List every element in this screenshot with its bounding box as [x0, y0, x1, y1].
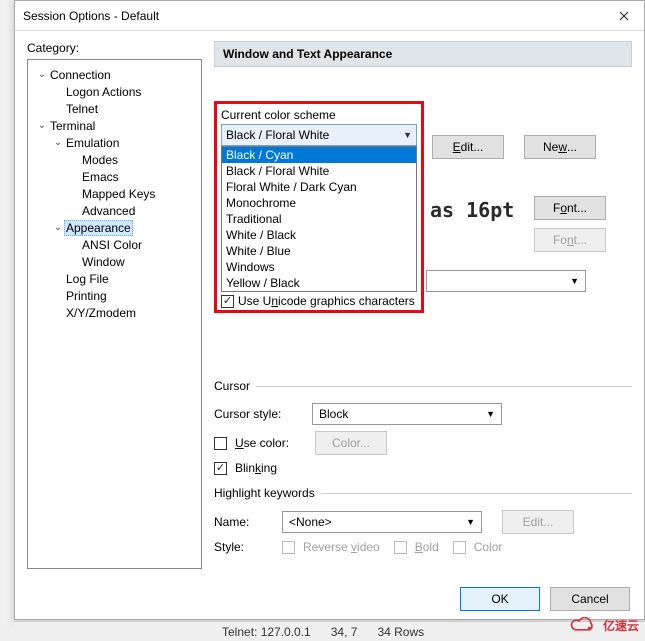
tree-item-label: Appearance [64, 220, 133, 236]
cursor-style-value: Block [319, 407, 348, 421]
tree-item-label: Connection [48, 68, 113, 82]
use-color-checkbox[interactable] [214, 437, 227, 450]
category-label: Category: [27, 41, 202, 55]
highlight-group-label: Highlight keywords [214, 486, 321, 500]
watermark: 亿速云 [567, 615, 639, 635]
tree-item-label: Printing [64, 289, 109, 303]
scheme-option[interactable]: Floral White / Dark Cyan [222, 179, 416, 195]
blinking-checkbox[interactable] [214, 462, 227, 475]
scheme-edit-button[interactable]: Edit... [432, 135, 504, 159]
tree-item-emacs[interactable]: Emacs [32, 168, 197, 185]
cursor-style-label: Cursor style: [214, 407, 304, 421]
scheme-option[interactable]: White / Blue [222, 243, 416, 259]
chevron-down-icon: ▼ [486, 409, 495, 419]
charset-select[interactable]: ▼ [426, 270, 586, 292]
cloud-icon [567, 615, 599, 635]
highlight-name-select[interactable]: <None> ▼ [282, 511, 482, 533]
tree-item-printing[interactable]: Printing [32, 287, 197, 304]
normal-font-button[interactable]: Font... [534, 196, 606, 220]
tree-item-label: Mapped Keys [80, 187, 157, 201]
scheme-option[interactable]: Windows [222, 259, 416, 275]
status-bar: Telnet: 127.0.0.1 34, 7 34 Rows [14, 621, 645, 641]
tree-item-label: Emacs [80, 170, 121, 184]
cursor-group-label: Cursor [214, 379, 256, 393]
tree-item-label: Emulation [64, 136, 121, 150]
chevron-down-icon: ▼ [466, 517, 475, 527]
scheme-new-button[interactable]: New... [524, 135, 596, 159]
scheme-option[interactable]: Monochrome [222, 195, 416, 211]
tree-item-connection[interactable]: ⌄Connection [32, 66, 197, 83]
use-color-label: Use color: [235, 436, 307, 450]
scheme-option[interactable]: White / Black [222, 227, 416, 243]
tree-toggle-icon: ⌄ [36, 120, 48, 131]
tree-item-label: Window [80, 255, 127, 269]
tree-item-label: ANSI Color [80, 238, 144, 252]
close-icon [619, 11, 629, 21]
color-scheme-combo[interactable]: Black / Floral White ▼ [221, 124, 417, 146]
bold-label: Bold [415, 540, 439, 554]
color-scheme-dropdown[interactable]: Black / CyanBlack / Floral WhiteFloral W… [221, 146, 417, 292]
cursor-color-button: Color... [315, 431, 387, 455]
scheme-option[interactable]: Yellow / Black [222, 275, 416, 291]
tree-item-logon-actions[interactable]: Logon Actions [32, 83, 197, 100]
titlebar: Session Options - Default [15, 1, 644, 31]
color-scheme-selected: Black / Floral White [226, 128, 329, 142]
highlight-name-value: <None> [289, 515, 332, 529]
cancel-button[interactable]: Cancel [550, 587, 630, 611]
status-connection: Telnet: 127.0.0.1 [222, 625, 311, 639]
dialog-title: Session Options - Default [23, 9, 159, 23]
color-scheme-highlight: Current color scheme Black / Floral Whit… [214, 101, 424, 313]
ok-button[interactable]: OK [460, 587, 540, 611]
dialog-footer: OK Cancel [460, 587, 630, 611]
tree-item-label: Logon Actions [64, 85, 143, 99]
tree-item-terminal[interactable]: ⌄Terminal [32, 117, 197, 134]
highlight-name-label: Name: [214, 515, 274, 529]
highlight-edit-button: Edit... [502, 510, 574, 534]
scheme-option[interactable]: Black / Cyan [222, 147, 416, 163]
hl-color-checkbox [453, 541, 466, 554]
tree-item-telnet[interactable]: Telnet [32, 100, 197, 117]
tree-item-label: Terminal [48, 119, 97, 133]
tree-item-label: Telnet [64, 102, 100, 116]
close-button[interactable] [604, 1, 644, 31]
hl-color-label: Color [474, 540, 503, 554]
tree-item-x-y-zmodem[interactable]: X/Y/Zmodem [32, 304, 197, 321]
tree-item-modes[interactable]: Modes [32, 151, 197, 168]
tree-item-label: Modes [80, 153, 120, 167]
narrow-font-button: Font... [534, 228, 606, 252]
category-pane: Category: ⌄ConnectionLogon ActionsTelnet… [27, 41, 202, 576]
section-header: Window and Text Appearance [214, 41, 632, 67]
tree-toggle-icon: ⌄ [36, 69, 48, 80]
status-cursor-pos: 34, 7 [331, 625, 358, 639]
tree-item-appearance[interactable]: ⌄Appearance [32, 219, 197, 236]
tree-item-label: Advanced [80, 204, 137, 218]
tree-item-window[interactable]: Window [32, 253, 197, 270]
font-preview: as 16pt [430, 198, 514, 222]
tree-item-label: Log File [64, 272, 111, 286]
bold-checkbox [394, 541, 407, 554]
scheme-option[interactable]: Traditional [222, 211, 416, 227]
chevron-down-icon: ▼ [403, 130, 412, 140]
tree-toggle-icon: ⌄ [52, 137, 64, 148]
highlight-style-label: Style: [214, 540, 274, 554]
cursor-style-select[interactable]: Block ▼ [312, 403, 502, 425]
tree-item-emulation[interactable]: ⌄Emulation [32, 134, 197, 151]
tree-item-ansi-color[interactable]: ANSI Color [32, 236, 197, 253]
unicode-graphics-label: Use Unicode graphics characters [238, 294, 415, 308]
reverse-video-label: Reverse video [303, 540, 380, 554]
chevron-down-icon: ▼ [570, 276, 579, 286]
reverse-video-checkbox [282, 541, 295, 554]
unicode-graphics-checkbox[interactable] [221, 295, 234, 308]
tree-item-log-file[interactable]: Log File [32, 270, 197, 287]
tree-item-mapped-keys[interactable]: Mapped Keys [32, 185, 197, 202]
status-rows: 34 Rows [377, 625, 424, 639]
category-tree[interactable]: ⌄ConnectionLogon ActionsTelnet⌄Terminal⌄… [27, 59, 202, 569]
scheme-option[interactable]: Black / Floral White [222, 163, 416, 179]
tree-item-advanced[interactable]: Advanced [32, 202, 197, 219]
tree-item-label: X/Y/Zmodem [64, 306, 138, 320]
blinking-label: Blinking [235, 461, 277, 475]
color-scheme-label: Current color scheme [221, 108, 417, 122]
tree-toggle-icon: ⌄ [52, 222, 64, 233]
